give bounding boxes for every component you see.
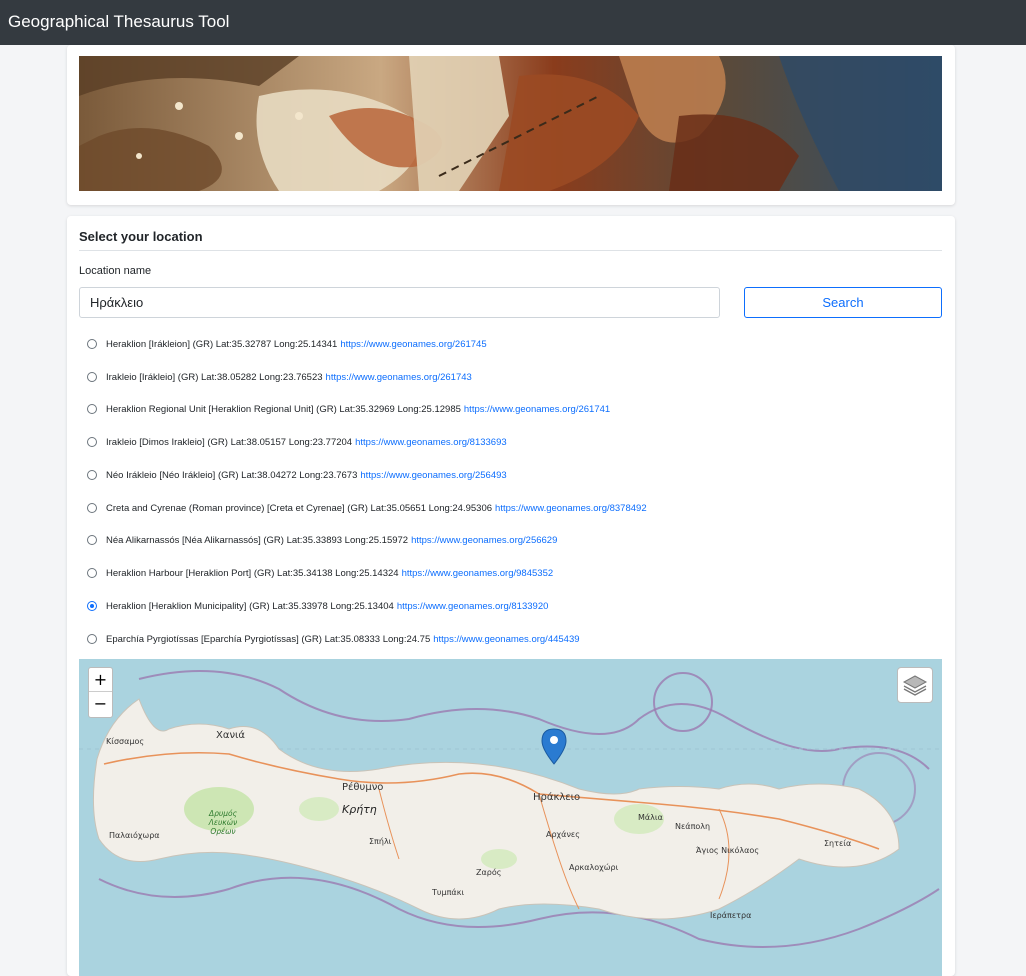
map-label-park: Δρυμός Λευκών Ορέων bbox=[208, 809, 238, 836]
zoom-out-button[interactable]: − bbox=[89, 692, 112, 716]
result-link[interactable]: https://www.geonames.org/261741 bbox=[464, 404, 610, 415]
banner-image bbox=[79, 56, 942, 191]
map-label-tympaki: Τυμπάκι bbox=[432, 888, 465, 897]
map-label-chania: Χανιά bbox=[216, 730, 246, 741]
result-link[interactable]: https://www.geonames.org/9845352 bbox=[402, 568, 554, 579]
result-text: Heraklion Harbour [Heraklion Port] (GR) … bbox=[106, 567, 399, 579]
map-label-arkalochori: Αρκαλοχώρι bbox=[569, 863, 619, 872]
result-link[interactable]: https://www.geonames.org/256493 bbox=[360, 470, 506, 481]
result-link[interactable]: https://www.geonames.org/261743 bbox=[326, 372, 472, 383]
result-item[interactable]: Eparchía Pyrgiotíssas [Eparchía Pyrgiotí… bbox=[87, 631, 580, 647]
map-label-malia: Μάλια bbox=[638, 813, 663, 822]
result-item[interactable]: Heraklion Harbour [Heraklion Port] (GR) … bbox=[87, 565, 553, 581]
result-radio[interactable] bbox=[87, 503, 97, 513]
map-label-siteia: Σητεία bbox=[824, 839, 852, 848]
result-item[interactable]: Heraklion [Irákleion] (GR) Lat:35.32787 … bbox=[87, 336, 487, 352]
search-button[interactable]: Search bbox=[744, 287, 942, 318]
layers-icon bbox=[902, 675, 928, 696]
result-text: Irakleio [Dimos Irakleio] (GR) Lat:38.05… bbox=[106, 436, 353, 448]
map-label-palaiochora: Παλαιόχωρα bbox=[109, 831, 160, 840]
result-text: Heraklion [Heraklion Municipality] (GR) … bbox=[106, 600, 394, 612]
result-text: Eparchía Pyrgiotíssas [Eparchía Pyrgiotí… bbox=[106, 633, 431, 645]
result-text: Irakleio [Irákleio] (GR) Lat:38.05282 Lo… bbox=[106, 371, 323, 383]
result-text: Néa Alikarnassós [Néa Alikarnassós] (GR)… bbox=[106, 534, 409, 546]
top-navbar: Geographical Thesaurus Tool bbox=[0, 0, 1026, 45]
banner-card bbox=[67, 45, 955, 205]
result-radio[interactable] bbox=[87, 568, 97, 578]
map-label-archanes: Αρχάνες bbox=[546, 830, 580, 839]
result-text: Creta and Cyrenae (Roman province) [Cret… bbox=[106, 502, 493, 514]
map-label-kissamos: Κίσσαμος bbox=[106, 737, 145, 746]
map-label-heraklion: Ηράκλειο bbox=[533, 792, 581, 803]
section-title: Select your location bbox=[79, 229, 203, 244]
map-label-ierapetra: Ιεράπετρα bbox=[710, 911, 752, 920]
location-map[interactable]: Κίσσαμος Χανιά Ρέθυμνο Κρήτη Ηράκλειο Μά… bbox=[79, 659, 942, 976]
result-radio[interactable] bbox=[87, 404, 97, 414]
zoom-control: + − bbox=[88, 667, 113, 718]
result-link[interactable]: https://www.geonames.org/445439 bbox=[433, 634, 579, 645]
result-text: Heraklion [Irákleion] (GR) Lat:35.32787 … bbox=[106, 338, 338, 350]
result-link[interactable]: https://www.geonames.org/256629 bbox=[411, 535, 557, 546]
result-radio[interactable] bbox=[87, 372, 97, 382]
result-link[interactable]: https://www.geonames.org/8133693 bbox=[355, 437, 507, 448]
result-item[interactable]: Néo Irákleio [Néo Irákleio] (GR) Lat:38.… bbox=[87, 467, 507, 483]
map-label-spili: Σπήλι bbox=[369, 837, 392, 846]
app-title[interactable]: Geographical Thesaurus Tool bbox=[8, 12, 229, 32]
result-link[interactable]: https://www.geonames.org/261745 bbox=[340, 339, 486, 350]
location-name-label: Location name bbox=[79, 265, 152, 277]
layers-button[interactable] bbox=[897, 667, 933, 703]
result-text: Néo Irákleio [Néo Irákleio] (GR) Lat:38.… bbox=[106, 469, 358, 481]
result-link[interactable]: https://www.geonames.org/8378492 bbox=[495, 503, 647, 514]
map-label-rethymno: Ρέθυμνο bbox=[342, 782, 384, 793]
result-radio[interactable] bbox=[87, 470, 97, 480]
result-link[interactable]: https://www.geonames.org/8133920 bbox=[397, 601, 549, 612]
zoom-in-button[interactable]: + bbox=[89, 668, 112, 692]
map-label-neapoli: Νεάπολη bbox=[675, 822, 711, 831]
result-item[interactable]: Néa Alikarnassós [Néa Alikarnassós] (GR)… bbox=[87, 532, 557, 548]
result-item[interactable]: Irakleio [Irákleio] (GR) Lat:38.05282 Lo… bbox=[87, 369, 472, 385]
result-item[interactable]: Creta and Cyrenae (Roman province) [Cret… bbox=[87, 500, 647, 516]
map-label-agios-nikolaos: Άγιος Νικόλαος bbox=[696, 846, 760, 855]
location-name-input[interactable] bbox=[79, 287, 720, 318]
result-radio-selected[interactable] bbox=[87, 601, 97, 611]
result-text: Heraklion Regional Unit [Heraklion Regio… bbox=[106, 403, 461, 415]
section-divider bbox=[79, 250, 942, 251]
result-item[interactable]: Heraklion Regional Unit [Heraklion Regio… bbox=[87, 401, 610, 417]
map-label-zaros: Ζαρός bbox=[476, 868, 502, 877]
result-item[interactable]: Heraklion [Heraklion Municipality] (GR) … bbox=[87, 598, 548, 614]
result-radio[interactable] bbox=[87, 535, 97, 545]
location-form-card: Select your location Location name Searc… bbox=[67, 216, 955, 976]
map-label-kriti: Κρήτη bbox=[342, 803, 377, 816]
result-item[interactable]: Irakleio [Dimos Irakleio] (GR) Lat:38.05… bbox=[87, 434, 507, 450]
result-radio[interactable] bbox=[87, 339, 97, 349]
result-radio[interactable] bbox=[87, 437, 97, 447]
result-radio[interactable] bbox=[87, 634, 97, 644]
